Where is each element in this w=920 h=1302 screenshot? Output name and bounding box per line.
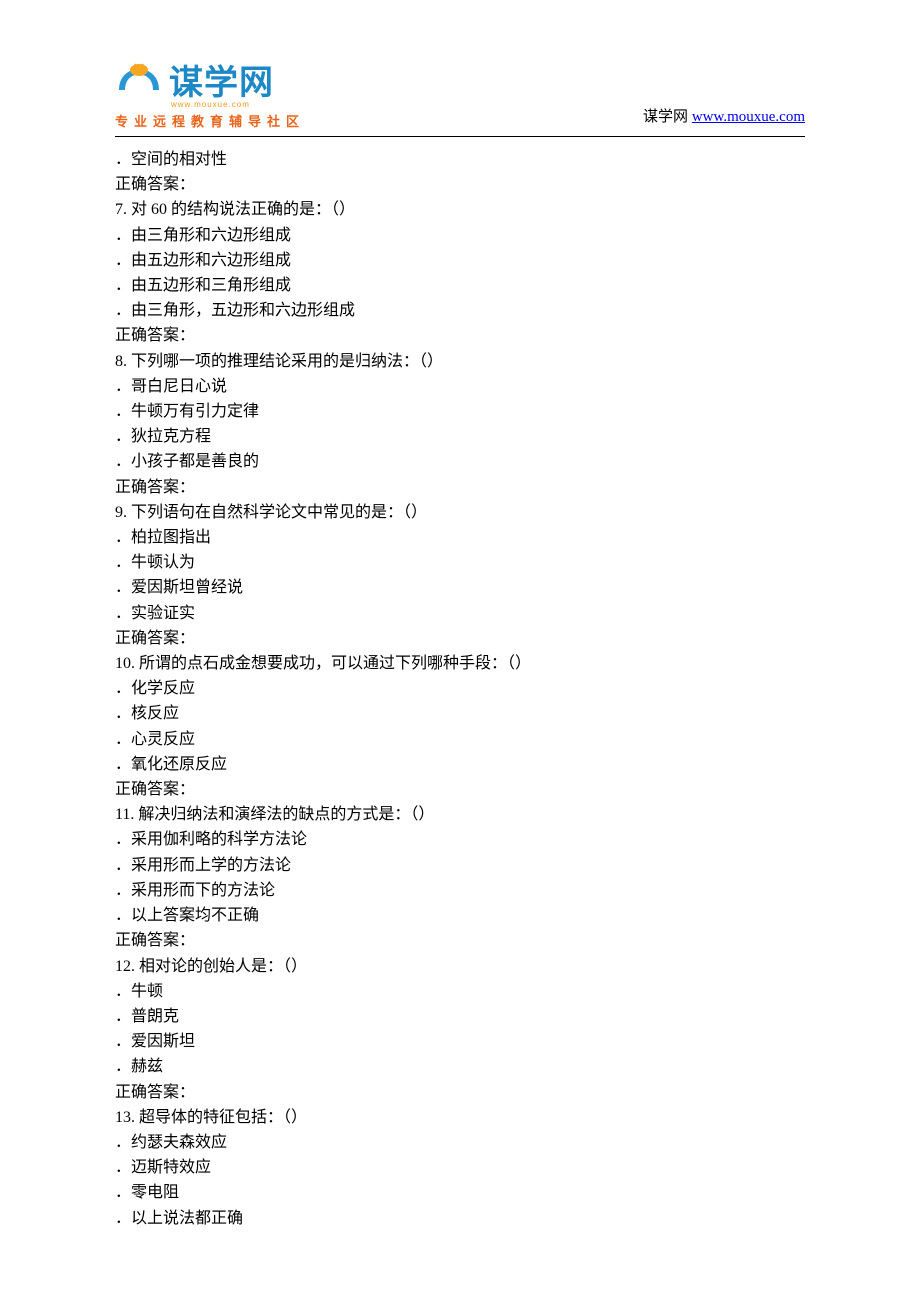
- text-line: ．由三角形，五边形和六边形组成: [115, 298, 805, 323]
- text-line: 正确答案：: [115, 172, 805, 197]
- text-line: 10. 所谓的点石成金想要成功，可以通过下列哪种手段：（）: [115, 651, 805, 676]
- text-line: 正确答案：: [115, 323, 805, 348]
- text-line: 正确答案：: [115, 475, 805, 500]
- text-line: ．爱因斯坦: [115, 1029, 805, 1054]
- header-right-label: 谋学网: [643, 109, 692, 125]
- header-divider: [115, 136, 805, 137]
- logo-title: 谋学网: [169, 55, 274, 104]
- text-line: ．以上答案均不正确: [115, 903, 805, 928]
- text-line: 7. 对 60 的结构说法正确的是：（）: [115, 197, 805, 222]
- text-line: 正确答案：: [115, 626, 805, 651]
- text-line: 9. 下列语句在自然科学论文中常见的是：（）: [115, 500, 805, 525]
- text-line: 8. 下列哪一项的推理结论采用的是归纳法：（）: [115, 349, 805, 374]
- text-line: ．柏拉图指出: [115, 525, 805, 550]
- text-line: ．约瑟夫森效应: [115, 1130, 805, 1155]
- document-content: ．空间的相对性 正确答案： 7. 对 60 的结构说法正确的是：（） ．由三角形…: [115, 147, 805, 1231]
- text-line: ．狄拉克方程: [115, 424, 805, 449]
- page-container: 谋学网 www.mouxue.com 专业远程教育辅导社区 谋学网 www.mo…: [0, 0, 920, 1271]
- text-line: 正确答案：: [115, 1080, 805, 1105]
- text-line: ．心灵反应: [115, 727, 805, 752]
- header-right: 谋学网 www.mouxue.com: [643, 105, 805, 130]
- text-line: ．普朗克: [115, 1004, 805, 1029]
- text-line: ．牛顿认为: [115, 550, 805, 575]
- text-line: 13. 超导体的特征包括：（）: [115, 1105, 805, 1130]
- text-line: ．采用伽利略的科学方法论: [115, 827, 805, 852]
- text-line: ．化学反应: [115, 676, 805, 701]
- text-line: ．由五边形和三角形组成: [115, 273, 805, 298]
- text-line: ．采用形而上学的方法论: [115, 853, 805, 878]
- text-line: ．由五边形和六边形组成: [115, 248, 805, 273]
- text-line: ．爱因斯坦曾经说: [115, 575, 805, 600]
- text-line: ．迈斯特效应: [115, 1155, 805, 1180]
- text-line: ．实验证实: [115, 601, 805, 626]
- logo-top-row: 谋学网: [115, 55, 274, 104]
- text-line: ．零电阻: [115, 1180, 805, 1205]
- text-line: ．牛顿: [115, 979, 805, 1004]
- text-line: ．核反应: [115, 701, 805, 726]
- text-line: ．赫兹: [115, 1054, 805, 1079]
- text-line: 11. 解决归纳法和演绎法的缺点的方式是：（）: [115, 802, 805, 827]
- text-line: ．采用形而下的方法论: [115, 878, 805, 903]
- logo-subtext: www.mouxue.com: [171, 100, 250, 109]
- text-line: ．哥白尼日心说: [115, 374, 805, 399]
- text-line: 正确答案：: [115, 777, 805, 802]
- text-line: 12. 相对论的创始人是：（）: [115, 954, 805, 979]
- header-link[interactable]: www.mouxue.com: [692, 109, 805, 125]
- text-line: ．牛顿万有引力定律: [115, 399, 805, 424]
- text-line: ．以上说法都正确: [115, 1206, 805, 1231]
- logo-icon: [115, 60, 163, 100]
- text-line: ．氧化还原反应: [115, 752, 805, 777]
- text-line: ．小孩子都是善良的: [115, 449, 805, 474]
- logo-area: 谋学网 www.mouxue.com 专业远程教育辅导社区: [115, 55, 305, 130]
- logo-tagline: 专业远程教育辅导社区: [115, 111, 305, 130]
- text-line: ．由三角形和六边形组成: [115, 223, 805, 248]
- page-header: 谋学网 www.mouxue.com 专业远程教育辅导社区 谋学网 www.mo…: [115, 55, 805, 130]
- text-line: ．空间的相对性: [115, 147, 805, 172]
- text-line: 正确答案：: [115, 928, 805, 953]
- logo-text-block: 谋学网: [169, 55, 274, 104]
